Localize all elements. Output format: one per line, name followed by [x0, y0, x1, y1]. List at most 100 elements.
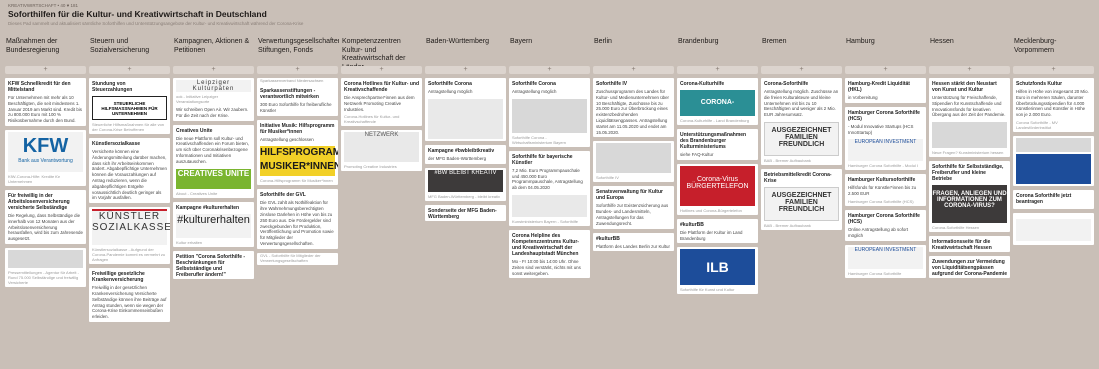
post-card[interactable]: Soforthilfe Corona Antragstellung möglic… [509, 78, 590, 147]
add-post-button[interactable]: + [509, 66, 590, 74]
add-post-button[interactable]: + [425, 66, 506, 74]
post-title: Hamburger Corona Soforthilfe (HCS) [848, 109, 920, 122]
post-card[interactable]: Sparkassenverband Niedersachsen Sparkass… [257, 78, 338, 116]
post-card[interactable] [1013, 135, 1094, 186]
post-card[interactable]: Corona Helpline des Kompetenzzentrums Ku… [509, 229, 590, 279]
post-card[interactable]: Corona-Kulturhilfe CORONA-KULTURHILFE Co… [677, 78, 758, 125]
post-card[interactable]: Corona-Soforthilfe Antragstellung möglic… [761, 78, 842, 165]
post-card[interactable]: Hamburger Corona Soforthilfe (HCS) - Mod… [845, 106, 926, 171]
post-card[interactable]: Für freiwillig in der Arbeitslosenversic… [5, 189, 86, 244]
buergertelefon-image: Corona-Virus BÜRGERTELEFON [680, 165, 755, 206]
post-title: Schutzfonds Kultur [1016, 81, 1063, 87]
link-preview-title[interactable]: Neue Fragen? Kunstministerium hessen [929, 150, 1010, 157]
add-post-button[interactable]: + [341, 66, 422, 74]
column-title: Steuern und Sozialversicherung [90, 38, 150, 54]
post-card[interactable]: Soforthilfe für Selbstständige, Freiberu… [929, 161, 1010, 233]
post-card[interactable]: Freiwillige gesetzliche Krankenversicher… [89, 268, 170, 322]
link-preview-title[interactable]: BAB - Bremer Aufbaubank [761, 223, 842, 230]
post-card[interactable]: Hamburg-Kredit Liquidität (HKL) in Vorbe… [845, 78, 926, 103]
link-preview-title[interactable]: Sparkassenverband Niedersachsen [257, 78, 338, 85]
column: Berlin + Soforthilfe IV Zuschussprogramm… [592, 36, 675, 369]
add-post-button[interactable]: + [845, 66, 926, 74]
post-card[interactable]: NETZWERK Promoting Creative Industries [341, 130, 422, 172]
add-post-button[interactable]: + [1013, 66, 1094, 74]
link-preview-title[interactable]: Hotlines und Corona-Bürgertelefon [677, 208, 758, 215]
link-preview-title[interactable]: MFG Baden-Württemberg - bleibt kreativ [425, 194, 506, 201]
post-card[interactable]: Soforthilfe für bayerische Künstler 7,2 … [509, 150, 590, 226]
post-card[interactable]: Zuwendungen zur Vermeidung von Liquiditä… [929, 256, 1010, 279]
link-preview-title[interactable]: Corona Soforthilfe - MV Landesförderinst… [1013, 120, 1094, 132]
post-card[interactable]: Stundung von Steuerzahlungen STEUERLICHE… [89, 78, 170, 134]
post-card[interactable]: Betriebsmittelkredit Corona-Krise AUSGEZ… [761, 168, 842, 230]
post-card[interactable]: KÜNSTLER SOZIALKASSE Künstlersozialkasse… [89, 207, 170, 265]
post-card[interactable]: Corona Hotlines für Kultur- und Kreativs… [341, 78, 422, 127]
post-card[interactable]: Senatsverwaltung für Kultur und Europa S… [593, 186, 674, 229]
link-preview-title[interactable]: GVL - Soforthilfe für Mitglieder der Ver… [257, 253, 338, 265]
post-card[interactable]: Soforthilfe der GVL Die GVL zahlt als No… [257, 189, 338, 249]
column: Kompetenzzentren Kultur- und Kreativwirt… [340, 36, 423, 369]
add-post-button[interactable]: + [5, 66, 86, 74]
link-preview-title[interactable]: Steuerliche Hilfsmaßnahmen für alle von … [89, 122, 170, 134]
link-preview-title[interactable]: Corona-Hotlines für Kultur- und Kreativs… [341, 114, 422, 126]
add-post-button[interactable]: + [593, 66, 674, 74]
post-card[interactable]: Künstlersozialkasse Versicherte können e… [89, 138, 170, 204]
post-card[interactable]: Hamburger Kultursoforthilfe Hilfsfonds f… [845, 174, 926, 206]
link-preview-title[interactable]: Promoting Creative Industries [341, 164, 422, 171]
post-title: #kulturBB [596, 235, 620, 242]
add-post-button[interactable]: + [761, 66, 842, 74]
link-preview-title[interactable]: Soforthilfe für Kunst und Kultur [677, 287, 758, 294]
post-card[interactable]: EUROPEAN INVESTMENT Hamburger Corona Sof… [845, 244, 926, 278]
post-card[interactable]: GVL - Soforthilfe für Mitglieder der Ver… [257, 252, 338, 265]
post-card[interactable]: Kampagne #kulturerhalten #kulturerhalten… [173, 201, 254, 247]
link-preview-title[interactable]: KfW-Corona-Hilfe: Kredite für Unternehme… [5, 174, 86, 186]
breadcrumb[interactable]: KREATIVWIRTSCHAFT • 40 ♥ 181 [8, 3, 78, 8]
link-preview-title[interactable]: Hamburger Corona Soforthilfe - Modul I [845, 163, 926, 170]
post-card[interactable]: Soforthilfe Corona Antragstellung möglic… [425, 78, 506, 141]
add-post-button[interactable]: + [929, 66, 1010, 74]
post-card[interactable]: Soforthilfe IV Zuschussprogramm des Land… [593, 78, 674, 138]
link-preview-title[interactable]: Hamburger Corona Soforthilfe (HCS) [845, 199, 926, 206]
add-post-button[interactable]: + [173, 66, 254, 74]
post-card[interactable]: #kulturBB Plattform des Landes Berlin zu… [593, 232, 674, 252]
link-preview-title[interactable] [1013, 243, 1094, 245]
kulturhilfe-image: CORONA-KULTURHILFE [680, 90, 755, 116]
post-card[interactable]: Hessen stärkt den Neustart von Kunst und… [929, 78, 1010, 158]
add-post-button[interactable]: + [89, 66, 170, 74]
post-card[interactable]: Kampagne #bwbleibtkreativ der MFG Baden-… [425, 144, 506, 164]
link-preview-title[interactable]: ook - Initiative Leipziger Veranstaltung… [173, 94, 254, 106]
link-preview-title[interactable]: Soforthilfe IV [593, 175, 674, 182]
link-preview-title[interactable]: About - Creatives Unite [173, 191, 254, 198]
post-card[interactable]: KFW Schnellkredit für den Mittelstand Fü… [5, 78, 86, 126]
post-card[interactable]: Pressemitteilungen - Agentur für Arbeit … [5, 247, 86, 287]
post-card[interactable]: ILB Soforthilfe für Kunst und Kultur [677, 247, 758, 295]
post-card[interactable]: Leipziger Kulturpaten ook - Initiative L… [173, 78, 254, 121]
post-card[interactable]: Informationsseite für die Kreativwirtsch… [929, 236, 1010, 253]
post-card[interactable]: Petition "Corona Soforthilfe - Beschränk… [173, 250, 254, 279]
post-card[interactable]: Corona-Virus BÜRGERTELEFON Hotlines und … [677, 163, 758, 215]
post-card[interactable]: KFW Bank aus Verantwortung KfW-Corona-Hi… [5, 129, 86, 186]
post-card[interactable]: Creatives Unite Die neue Plattform soll … [173, 124, 254, 198]
post-title [1013, 213, 1094, 217]
post-card[interactable]: Initiative Musik: Hilfsprogramm für Musi… [257, 119, 338, 186]
post-card[interactable]: #BW BLEIBT KREATIV MFG Baden-Württemberg… [425, 167, 506, 201]
post-card[interactable]: Soforthilfe IV [593, 141, 674, 183]
add-post-button[interactable]: + [677, 66, 758, 74]
link-preview-title[interactable]: Hamburger Corona Soforthilfe [845, 271, 926, 278]
post-card[interactable]: Schutzfonds Kultur Hilfen in Höhe von in… [1013, 78, 1094, 132]
link-preview-title[interactable]: Pressemitteilungen - Agentur für Arbeit … [5, 270, 86, 287]
post-card[interactable]: #kulturBB Die Plattform der Kultur im La… [677, 218, 758, 244]
link-preview-title[interactable]: Künstlersozialkasse - Aufgrund der Coron… [89, 247, 170, 264]
column-title: Maßnahmen der Bundesregierung [6, 38, 60, 54]
link-preview-title[interactable]: Kultur erhalten [173, 240, 254, 247]
link-preview-title[interactable]: BAB - Bremer Aufbaubank [761, 158, 842, 165]
post-card[interactable]: Unterstützungsmaßnahmen des Brandenburge… [677, 129, 758, 160]
post-card[interactable]: Corona Soforthilfe jetzt beantragen [1013, 189, 1094, 209]
add-post-button[interactable]: + [257, 66, 338, 74]
link-preview-title[interactable]: Soforthilfe Corona - Wirtschaftsminister… [509, 135, 590, 147]
post-card[interactable]: Hamburger Corona Soforthilfe (HCS) Onlin… [845, 209, 926, 241]
link-preview-title[interactable]: Corona-Hilfsprogramm für Musiker*innen [257, 178, 338, 185]
link-preview-title[interactable]: Corona-Soforthilfe Hessen [929, 225, 1010, 232]
post-card[interactable]: Sonderseite der MFG Baden-Württemberg [425, 204, 506, 221]
post-card[interactable] [1013, 212, 1094, 245]
link-preview-title[interactable]: Kunstministerium Bayern - Soforthilfe [509, 219, 590, 226]
